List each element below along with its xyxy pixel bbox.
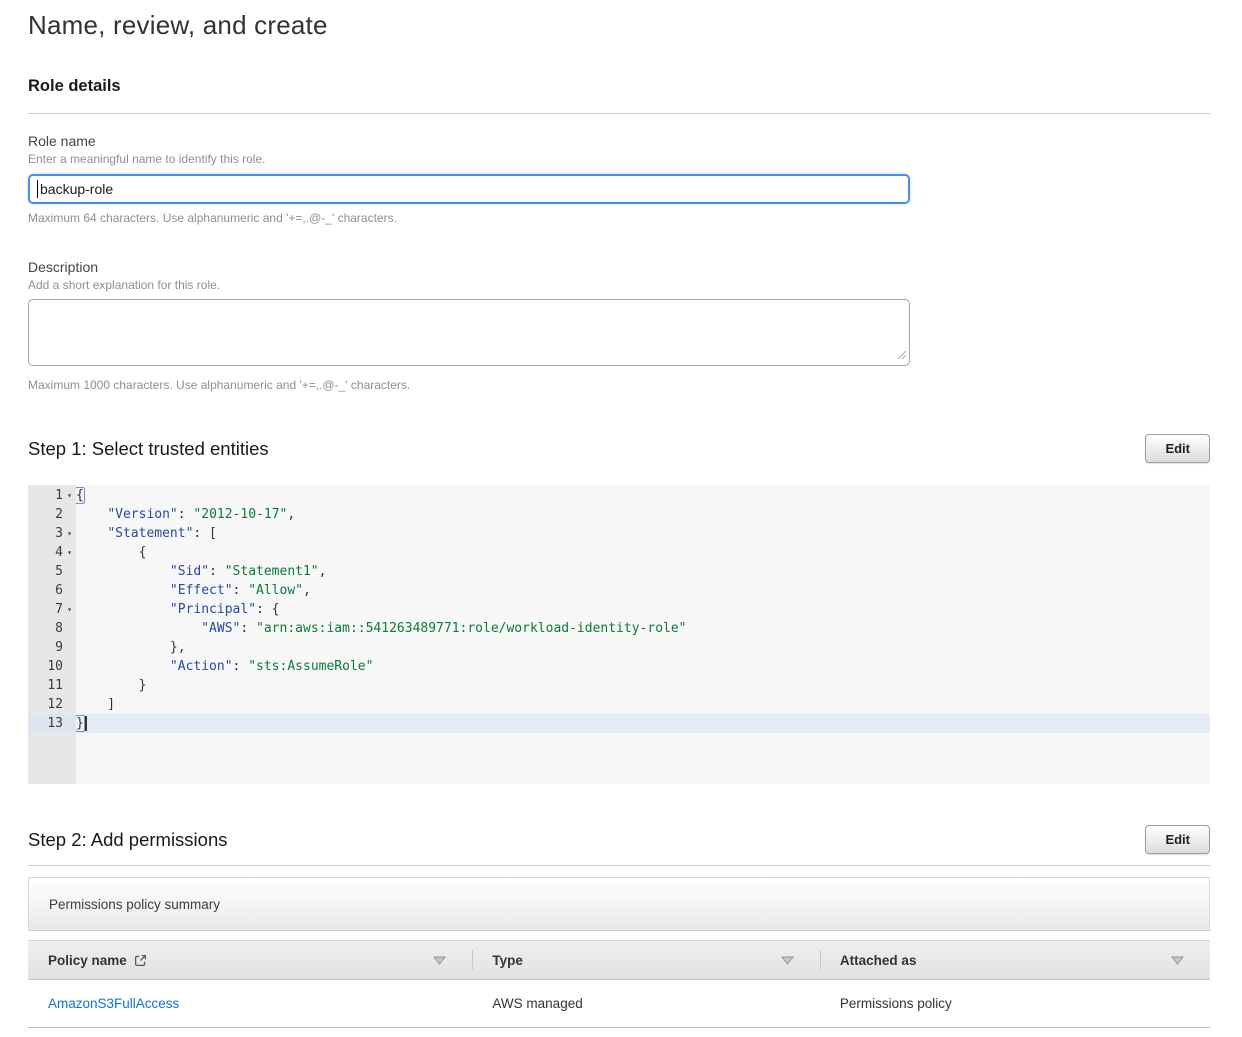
column-header-policy-name[interactable]: Policy name [28, 941, 472, 979]
code-line: } [76, 714, 1210, 733]
role-name-help: Enter a meaningful name to identify this… [28, 152, 1210, 166]
trust-policy-editor[interactable]: 1▾23▾4▾567▾8910111213 { "Version": "2012… [28, 485, 1210, 784]
gutter-line: 11 [28, 676, 76, 695]
gutter-line: 9 [28, 638, 76, 657]
sort-icon[interactable] [781, 956, 794, 965]
role-name-label: Role name [28, 133, 1210, 149]
permissions-table-header: Policy name Type At [28, 940, 1210, 980]
permissions-summary-title: Permissions policy summary [49, 897, 220, 912]
table-row: AmazonS3FullAccess AWS managed Permissio… [28, 980, 1210, 1028]
text-cursor [37, 180, 38, 198]
code-line: "Sid": "Statement1", [76, 562, 1210, 581]
gutter-line: 12 [28, 695, 76, 714]
code-line: "Action": "sts:AssumeRole" [76, 657, 1210, 676]
code-line: "Principal": { [76, 600, 1210, 619]
column-header-type[interactable]: Type [472, 941, 820, 979]
external-link-icon [134, 954, 147, 967]
gutter-line: 6 [28, 581, 76, 600]
page: Name, review, and create Role details Ro… [0, 0, 1242, 1028]
fold-arrow-icon[interactable]: ▾ [63, 600, 76, 619]
code-line: { [76, 543, 1210, 562]
column-header-attached-as[interactable]: Attached as [820, 941, 1210, 979]
step2-header-row: Step 2: Add permissions Edit [28, 825, 1210, 854]
code-line: } [76, 676, 1210, 695]
description-label: Description [28, 259, 1210, 275]
permissions-table: Policy name Type At [28, 940, 1210, 1028]
code-line: ] [76, 695, 1210, 714]
gutter-line: 13 [28, 714, 76, 733]
description-input-wrap [28, 299, 910, 371]
code-line: "AWS": "arn:aws:iam::541263489771:role/w… [76, 619, 1210, 638]
resize-grip-icon[interactable] [897, 347, 907, 365]
edit-trusted-entities-button[interactable]: Edit [1145, 434, 1210, 463]
page-title: Name, review, and create [28, 10, 1210, 41]
gutter-line: 5 [28, 562, 76, 581]
step2-divider [28, 865, 1210, 866]
step1-header-row: Step 1: Select trusted entities Edit [28, 434, 1210, 463]
sort-icon[interactable] [1171, 956, 1184, 965]
permissions-summary-panel-header: Permissions policy summary [28, 877, 1210, 931]
editor-code[interactable]: { "Version": "2012-10-17", "Statement": … [76, 485, 1210, 784]
editor-gutter: 1▾23▾4▾567▾8910111213 [28, 485, 76, 784]
policy-name-cell: AmazonS3FullAccess [28, 996, 472, 1011]
gutter-line: 7▾ [28, 600, 76, 619]
description-field: Description Add a short explanation for … [28, 259, 1210, 392]
code-line: "Statement": [ [76, 524, 1210, 543]
fold-arrow-icon[interactable]: ▾ [63, 486, 76, 505]
edit-permissions-button[interactable]: Edit [1145, 825, 1210, 854]
code-line: { [76, 486, 1210, 505]
step1-heading: Step 1: Select trusted entities [28, 438, 269, 460]
description-constraint: Maximum 1000 characters. Use alphanumeri… [28, 378, 1210, 392]
code-line: }, [76, 638, 1210, 657]
gutter-line: 8 [28, 619, 76, 638]
role-name-input[interactable] [28, 174, 910, 204]
policy-link[interactable]: AmazonS3FullAccess [48, 996, 179, 1011]
type-header-label: Type [492, 953, 523, 968]
policy-name-header-label: Policy name [48, 953, 127, 968]
policy-type-cell: AWS managed [472, 996, 820, 1011]
fold-arrow-icon[interactable]: ▾ [63, 524, 76, 543]
role-details-divider [28, 113, 1210, 114]
gutter-line: 1▾ [28, 486, 76, 505]
role-name-input-wrap [28, 174, 910, 204]
step2-heading: Step 2: Add permissions [28, 829, 228, 851]
description-input[interactable] [28, 299, 910, 366]
attached-as-cell: Permissions policy [820, 996, 1210, 1011]
role-details-heading: Role details [28, 77, 1210, 96]
gutter-line: 3▾ [28, 524, 76, 543]
description-help: Add a short explanation for this role. [28, 278, 1210, 292]
role-name-field: Role name Enter a meaningful name to ide… [28, 133, 1210, 225]
gutter-line: 4▾ [28, 543, 76, 562]
sort-icon[interactable] [433, 956, 446, 965]
code-line: "Version": "2012-10-17", [76, 505, 1210, 524]
gutter-line: 10 [28, 657, 76, 676]
role-name-constraint: Maximum 64 characters. Use alphanumeric … [28, 211, 1210, 225]
editor-cursor [85, 716, 87, 731]
fold-arrow-icon[interactable]: ▾ [63, 543, 76, 562]
attached-as-header-label: Attached as [840, 953, 917, 968]
code-line: "Effect": "Allow", [76, 581, 1210, 600]
gutter-line: 2 [28, 505, 76, 524]
